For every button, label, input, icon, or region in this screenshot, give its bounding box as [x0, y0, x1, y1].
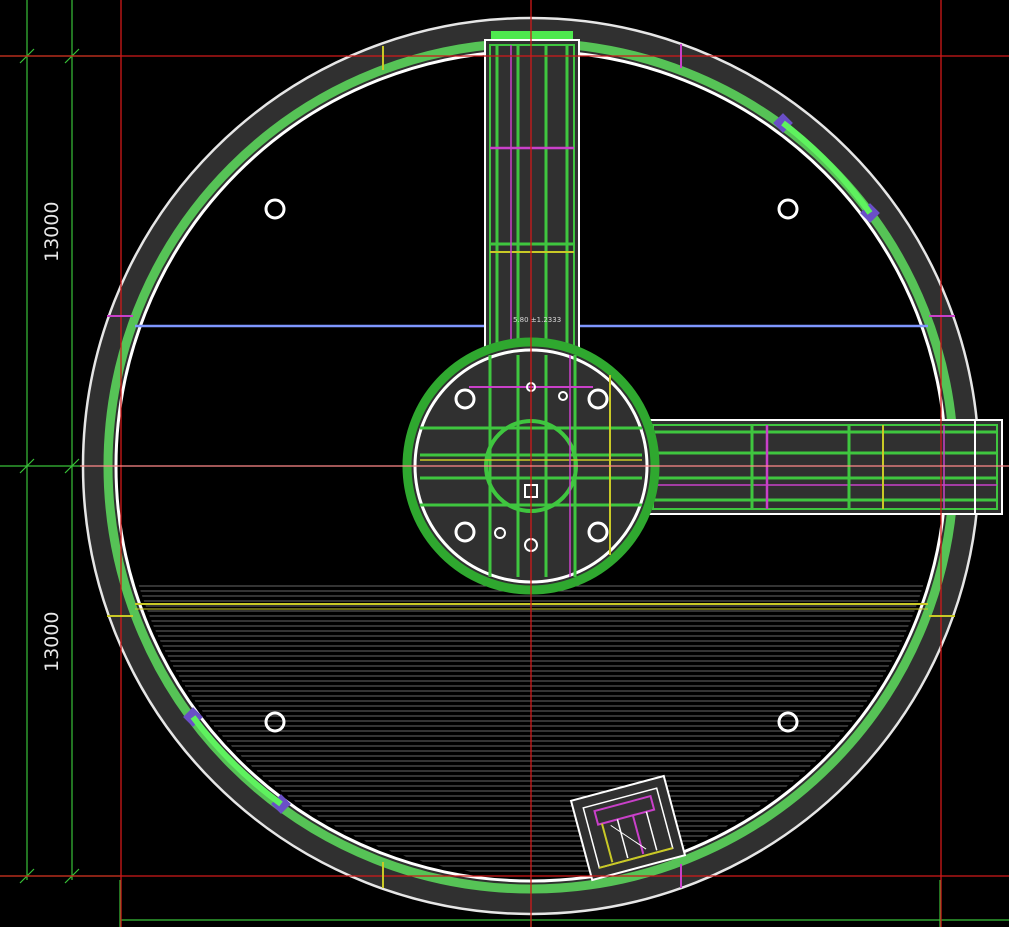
- cad-drawing-canvas[interactable]: 13000 13000 5.80 ±1.2333: [0, 0, 1009, 927]
- dimension-label-upper: 13000: [41, 202, 63, 262]
- dimension-label-lower: 13000: [41, 612, 63, 672]
- walkway-horizontal[interactable]: [647, 419, 1003, 515]
- walkway-annotation: 5.80 ±1.2333: [513, 316, 561, 324]
